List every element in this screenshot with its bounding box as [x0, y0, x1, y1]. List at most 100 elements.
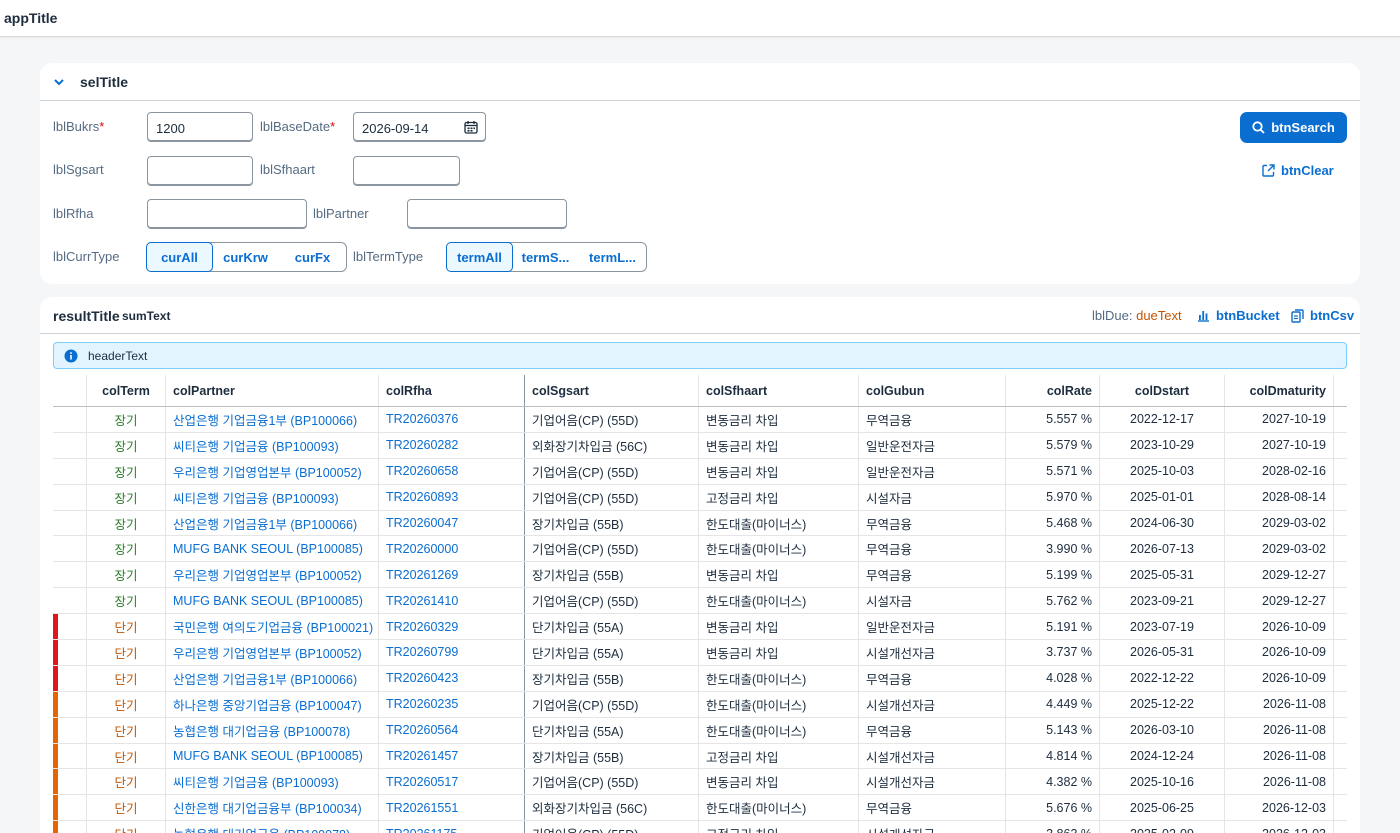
- sfhaart-cell: 한도대출(마이너스): [698, 536, 858, 562]
- partner-link[interactable]: MUFG BANK SEOUL (BP100085): [165, 536, 378, 562]
- partner-link[interactable]: 신한은행 대기업금융부 (BP100034): [165, 795, 378, 821]
- partner-link[interactable]: 우리은행 기업영업본부 (BP100052): [165, 562, 378, 588]
- calendar-icon[interactable]: [464, 120, 478, 134]
- table-row[interactable]: 장기 우리은행 기업영업본부 (BP100052) TR20261269 장기차입금 …: [53, 562, 1347, 589]
- partner-link[interactable]: 하나은행 중앙기업금융 (BP100047): [165, 691, 378, 717]
- rfha-link[interactable]: TR20261457: [378, 743, 525, 769]
- partner-link[interactable]: 산업은행 기업금융1부 (BP100066): [165, 510, 378, 536]
- partner-link[interactable]: MUFG BANK SEOUL (BP100085): [165, 743, 378, 769]
- partner-input[interactable]: [407, 199, 567, 229]
- table-row[interactable]: 단기농협은행 대기업금융 (BP100078)TR20261175기업어음(CP…: [53, 821, 1347, 833]
- partner-link[interactable]: 산업은행 기업금융1부 (BP100066): [165, 407, 378, 432]
- gubun-cell: 무역금융: [858, 717, 1005, 743]
- sfhaart-cell: 한도대출(마이너스): [698, 691, 858, 717]
- rfha-link[interactable]: TR20260047: [378, 510, 525, 536]
- term-all-button[interactable]: termAll: [446, 242, 513, 272]
- header-sfhaart[interactable]: colSfhaart: [698, 375, 858, 406]
- csv-button[interactable]: btnCsv: [1291, 308, 1354, 323]
- table-row[interactable]: 장기 MUFG BANK SEOUL (BP100085) TR20261410 기업…: [53, 588, 1347, 615]
- table-row[interactable]: 단기 하나은행 중앙기업금융 (BP100047) TR20260235 기업어음(C…: [53, 691, 1347, 718]
- table-row[interactable]: 단기 농협은행 대기업금융 (BP100078) TR20260564 단기차입금 (…: [53, 717, 1347, 744]
- rate-cell: 4.449 %: [1005, 691, 1099, 717]
- table-row[interactable]: 단기 MUFG BANK SEOUL (BP100085) TR20261457 장기…: [53, 743, 1347, 770]
- term-cell: 장기: [86, 536, 165, 562]
- search-icon: [1252, 121, 1265, 134]
- clear-button[interactable]: btnClear: [1262, 163, 1334, 178]
- sgsart-cell: 외화장기차입금 (56C): [532, 802, 648, 817]
- term-long-button[interactable]: termL...: [579, 243, 646, 271]
- partner-link[interactable]: 씨티은행 기업금융 (BP100093): [165, 484, 378, 510]
- table-row[interactable]: 장기 산업은행 기업금융1부 (BP100066) TR20260376 기업어음(C…: [53, 407, 1347, 433]
- header-term[interactable]: colTerm: [86, 375, 165, 406]
- header-partner[interactable]: colPartner: [165, 375, 378, 406]
- partner-link[interactable]: 씨티은행 기업금융 (BP100093): [165, 769, 378, 795]
- dmaturity-cell: 2029-03-02: [1224, 510, 1334, 536]
- term-cell: 장기: [86, 432, 165, 458]
- table-row[interactable]: 장기 산업은행 기업금융1부 (BP100066) TR20260047 장기차입금 …: [53, 510, 1347, 537]
- partner-link[interactable]: 농협은행 대기업금융 (BP100078): [165, 717, 378, 743]
- header-rate[interactable]: colRate: [1005, 375, 1099, 406]
- bucket-button[interactable]: btnBucket: [1197, 308, 1280, 323]
- base-date-picker[interactable]: 2026-09-14: [353, 112, 486, 142]
- header-rfha[interactable]: colRfha: [378, 375, 525, 406]
- cur-krw-button[interactable]: curKrw: [212, 243, 279, 271]
- rfha-link[interactable]: TR20261551: [378, 795, 525, 821]
- dstart-cell: 2023-10-29: [1099, 432, 1224, 458]
- header-gubun[interactable]: colGubun: [858, 375, 1005, 406]
- table-row[interactable]: 단기 우리은행 기업영업본부 (BP100052) TR20260799 단기차입금 …: [53, 640, 1347, 666]
- partner-link[interactable]: 산업은행 기업금융1부 (BP100066): [165, 665, 378, 691]
- partner-label: lblPartner: [313, 206, 369, 221]
- partner-link[interactable]: 우리은행 기업영업본부 (BP100052): [165, 640, 378, 665]
- rfha-link[interactable]: TR20260235: [378, 691, 525, 717]
- cur-fx-button[interactable]: curFx: [279, 243, 346, 271]
- table-row[interactable]: 단기 씨티은행 기업금융 (BP100093) TR20260517 기업어음(CP)…: [53, 769, 1347, 796]
- term-type-segmented: termAll termS... termL...: [446, 242, 647, 272]
- rfha-input[interactable]: [147, 199, 307, 229]
- table-row[interactable]: 단기 국민은행 여의도기업금융 (BP100021) TR20260329 단기차입금…: [53, 614, 1347, 641]
- term-cell: 단기: [86, 821, 165, 833]
- bukrs-input[interactable]: 1200: [147, 112, 253, 142]
- rfha-link[interactable]: TR20261269: [378, 562, 525, 588]
- header-dstart[interactable]: colDstart: [1099, 375, 1224, 406]
- sfhaart-input[interactable]: [353, 156, 460, 186]
- search-button[interactable]: btnSearch: [1240, 112, 1347, 143]
- rfha-link[interactable]: TR20260282: [378, 432, 525, 458]
- dmaturity-cell: 2026-12-03: [1224, 821, 1334, 833]
- table-row[interactable]: 장기 우리은행 기업영업본부 (BP100052) TR20260658 기업어음(C…: [53, 458, 1347, 485]
- term-cell: 장기: [86, 510, 165, 536]
- rfha-link[interactable]: TR20260658: [378, 458, 525, 484]
- cur-all-button[interactable]: curAll: [146, 242, 213, 272]
- rfha-link[interactable]: TR20260799: [378, 640, 525, 665]
- term-short-button[interactable]: termS...: [512, 243, 579, 271]
- partner-link[interactable]: 씨티은행 기업금융 (BP100093): [165, 432, 378, 458]
- row-highlight-cell: [53, 407, 86, 432]
- header-sgsart[interactable]: colSgsart: [525, 375, 698, 406]
- sgsart-input[interactable]: [147, 156, 253, 186]
- table-row[interactable]: 단기 신한은행 대기업금융부 (BP100034) TR20261551 외화장기차입…: [53, 795, 1347, 822]
- row-highlight-cell: [53, 459, 86, 484]
- partner-link[interactable]: 국민은행 여의도기업금융 (BP100021): [165, 614, 378, 640]
- rfha-link[interactable]: TR20261175: [378, 821, 525, 833]
- table-row[interactable]: 장기 씨티은행 기업금융 (BP100093) TR20260893 기업어음(CP)…: [53, 484, 1347, 511]
- rfha-link[interactable]: TR20260376: [378, 407, 525, 432]
- selection-header[interactable]: selTitle: [40, 63, 1360, 101]
- rfha-link[interactable]: TR20260329: [378, 614, 525, 640]
- table-row[interactable]: 장기 MUFG BANK SEOUL (BP100085) TR20260000 기업…: [53, 536, 1347, 563]
- curr-type-label: lblCurrType: [53, 249, 120, 264]
- rfha-link[interactable]: TR20260000: [378, 536, 525, 562]
- table-row[interactable]: 단기 산업은행 기업금융1부 (BP100066) TR20260423 장기차입금 …: [53, 665, 1347, 692]
- rfha-link[interactable]: TR20260893: [378, 484, 525, 510]
- chevron-down-icon[interactable]: [52, 75, 66, 89]
- partner-link[interactable]: 우리은행 기업영업본부 (BP100052): [165, 458, 378, 484]
- dmaturity-cell: 2026-11-08: [1224, 717, 1334, 743]
- rate-cell: 5.468 %: [1005, 510, 1099, 536]
- rfha-link[interactable]: TR20260423: [378, 665, 525, 691]
- header-selector-column[interactable]: [53, 375, 86, 406]
- partner-link[interactable]: MUFG BANK SEOUL (BP100085): [165, 588, 378, 614]
- partner-link[interactable]: 농협은행 대기업금융 (BP100078): [165, 821, 378, 833]
- table-row[interactable]: 장기 씨티은행 기업금융 (BP100093) TR20260282 외화장기차입금 …: [53, 432, 1347, 459]
- header-dmaturity[interactable]: colDmaturity: [1224, 375, 1334, 406]
- rfha-link[interactable]: TR20260564: [378, 717, 525, 743]
- rfha-link[interactable]: TR20260517: [378, 769, 525, 795]
- rfha-link[interactable]: TR20261410: [378, 588, 525, 614]
